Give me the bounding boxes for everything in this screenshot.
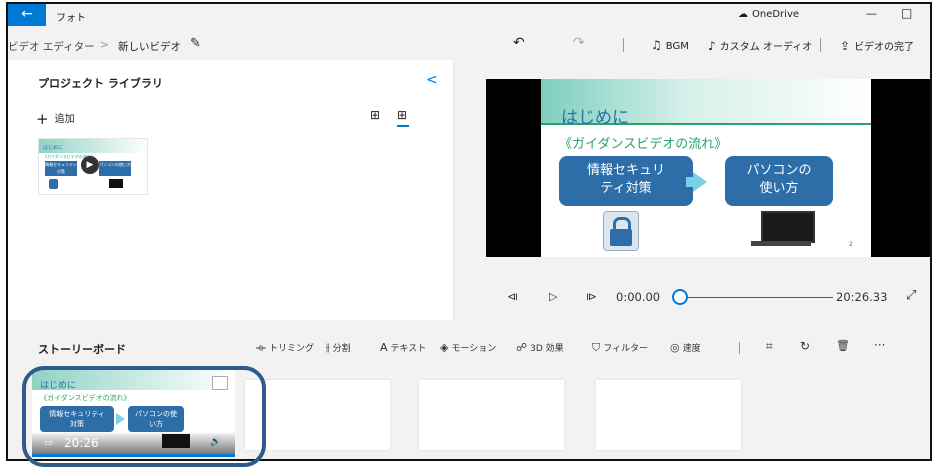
thumb-play-icon[interactable]: ▶ [81,156,99,174]
back-arrow-icon: ← [21,6,33,22]
slide-box-security: 情報セキュリティ対策 [559,156,693,206]
crop-icon[interactable]: ⌗ [766,339,773,354]
lock-icon [603,211,639,251]
minimize-button[interactable]: — [866,7,877,20]
redo-icon[interactable]: ↷ [573,35,585,51]
add-media-button[interactable]: + 追加 [36,110,75,128]
cloud-icon: ☁ [738,9,748,20]
playback-controls: ⧏ ▷ ⧐ 0:00.00 20:26.33 ⤢ [486,282,930,312]
speed-icon: ◎ [670,341,680,354]
onedrive-status[interactable]: ☁ OneDrive [738,9,799,20]
maximize-button[interactable]: □ [901,6,912,20]
delete-icon[interactable]: 🗑 [836,339,850,352]
slide-box-pc: パソコンの使い方 [725,156,833,206]
seek-thumb[interactable] [672,289,688,305]
thumb-box-pc: パソコンの使い方 [99,161,131,176]
undo-icon[interactable]: ↶ [513,35,525,51]
expand-icon[interactable]: ⤢ [906,288,916,303]
empty-storyboard-slot[interactable] [245,380,390,450]
thumb-box-security: 情報セキュリティ対策 [45,161,77,176]
slide-arrow-head [693,172,707,192]
trim-icon: ⟛ [256,341,266,354]
project-library-panel: プロジェクト ライブラリ < + 追加 ⊞ ⊞ はじめに 《ガイダンスビデオの流れ… [8,60,453,320]
monitor-icon [761,211,815,243]
total-time: 20:26.33 [836,290,888,304]
library-title: プロジェクト ライブラリ [38,77,163,90]
preview-slide: はじめに 《ガイダンスビデオの流れ》 情報セキュリティ対策 パソコンの使い方 2 [541,79,871,257]
empty-storyboard-slot[interactable] [596,380,741,450]
keyboard-icon [751,241,811,246]
small-grid-view-icon[interactable]: ⊞ [397,108,407,122]
back-button[interactable]: ← [8,4,46,26]
thumb-lock-icon [49,179,58,189]
breadcrumb-current: 新しいビデオ [118,41,181,53]
finish-video-button[interactable]: ⇪ ビデオの完了 [840,38,914,53]
app-title: フォト [56,13,86,24]
speed-button[interactable]: ◎ 速度 [670,341,701,354]
slide-page-number: 2 [849,241,853,248]
filters-button[interactable]: ⛉ フィルター [592,341,648,355]
current-time: 0:00.00 [616,290,661,304]
custom-audio-icon: ♪ [708,39,716,53]
text-button[interactable]: A テキスト [380,341,426,354]
3d-effects-button[interactable]: ☍ 3D 効果 [516,341,564,354]
bgm-button[interactable]: ♫ BGM [651,38,689,52]
text-icon: A [380,341,388,354]
filter-icon: ⛉ [592,341,601,354]
slide-title: はじめに [561,108,629,128]
toolbar-divider [820,38,821,52]
custom-audio-button[interactable]: ♪ カスタム オーディオ [708,38,812,53]
storyboard-divider [739,342,740,354]
title-bar: ← フォト ☁ OneDrive — □ [8,4,930,26]
selected-view-indicator [397,125,409,127]
thumb-monitor-icon [109,179,123,188]
library-media-thumbnail[interactable]: はじめに 《ガイダンスビデオの流れ》 情報セキュリティ対策 パソコンの使い方 ▶ [38,138,148,195]
slide-subtitle: 《ガイダンスビデオの流れ》 [559,137,728,152]
share-export-icon: ⇪ [840,39,851,53]
annotation-highlight-frame [22,366,266,467]
play-icon[interactable]: ▷ [549,290,557,303]
breadcrumb-separator: > [100,39,109,51]
toolbar-divider [623,38,624,52]
collapse-chevron-icon[interactable]: < [426,72,438,88]
thumb-title: はじめに [43,145,64,151]
previous-frame-icon[interactable]: ⧏ [507,290,518,303]
lock-body [610,229,632,246]
empty-storyboard-slot[interactable] [419,380,564,450]
plus-icon: + [36,110,49,128]
rotate-icon[interactable]: ↻ [800,339,810,353]
next-frame-icon[interactable]: ⧐ [586,290,597,303]
trim-button[interactable]: ⟛ トリミング [256,341,314,355]
editor-toolbar: ビデオ エディター > 新しいビデオ ✎ ↶ ↷ ♫ BGM ♪ カスタム オーディ… [8,26,930,60]
split-icon: ⫲ [326,341,330,354]
3d-effects-icon: ☍ [516,341,528,354]
music-note-icon: ♫ [651,38,662,52]
seek-track[interactable] [683,297,833,298]
breadcrumb-parent[interactable]: ビデオ エディター [8,39,95,54]
large-grid-view-icon[interactable]: ⊞ [370,108,380,122]
rename-pencil-icon[interactable]: ✎ [190,36,201,51]
storyboard-toolbar: ストーリーボード ⟛ トリミング ⫲ 分割 A テキスト ◈ モーション ☍ 3D 効果 … [8,320,930,360]
motion-icon: ◈ [440,341,449,354]
split-button[interactable]: ⫲ 分割 [326,341,351,355]
storyboard-title: ストーリーボード [38,343,126,356]
slide-arrow-shaft [686,177,694,187]
video-preview[interactable]: はじめに 《ガイダンスビデオの流れ》 情報セキュリティ対策 パソコンの使い方 2 [486,79,930,257]
more-options-icon[interactable]: ··· [874,338,885,352]
motion-button[interactable]: ◈ モーション [440,341,496,354]
